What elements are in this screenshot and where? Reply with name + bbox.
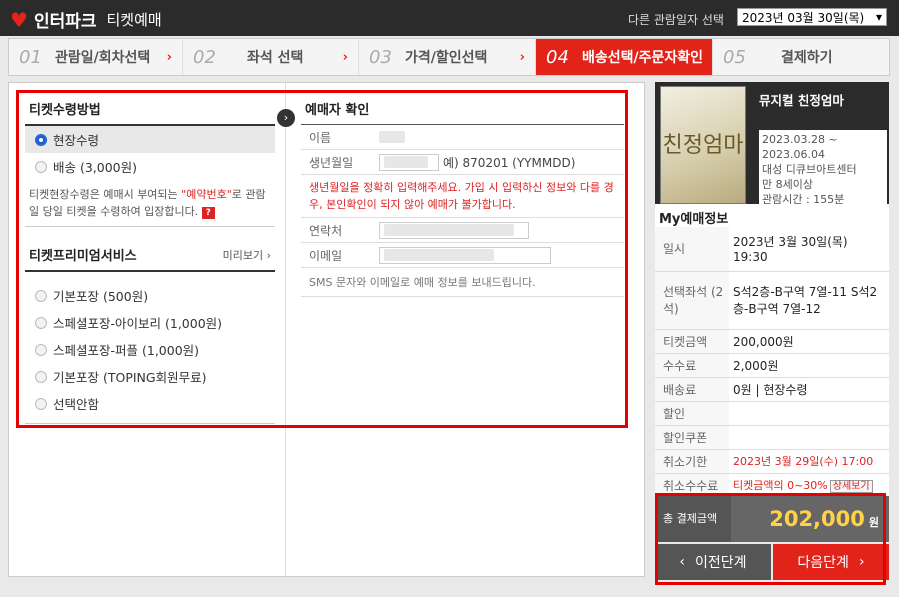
- show-venue: 대성 디큐브아트센터: [762, 163, 857, 176]
- row-value: S석2층-B구역 7열-11 S석2층-B구역 7열-12: [729, 271, 889, 330]
- chevron-right-icon: ›: [342, 49, 348, 65]
- brand-name: 인터파크: [33, 12, 97, 32]
- chevron-right-icon: ›: [519, 49, 525, 65]
- step-3[interactable]: 03 가격/할인선택 ›: [359, 39, 536, 75]
- step-number: 05: [723, 46, 746, 68]
- step-label: 결제하기: [781, 50, 833, 66]
- row-value: 0원 | 현장수령: [729, 377, 889, 402]
- cancel-fee: 티켓금액의 0~30%: [733, 479, 828, 492]
- table-row: 취소기한 2023년 3월 29일(수) 17:00: [655, 449, 889, 474]
- table-row: 할인: [655, 401, 889, 426]
- show-title: 뮤지컬 친정엄마: [759, 93, 844, 108]
- show-info-box: 친정엄마 뮤지컬 친정엄마 2023.03.28 ~ 2023.06.04 대성…: [655, 82, 889, 209]
- date-select[interactable]: 2023년 03월 30일(목) ▾: [737, 8, 887, 26]
- date-select-label: 다른 관람일자 선택: [628, 13, 724, 27]
- step-nav: 01 관람일/회차선택 › 02 좌석 선택 › 03 가격/할인선택 › 04…: [8, 38, 890, 76]
- chevron-down-icon: ▾: [875, 10, 882, 24]
- top-bar: ♥ 인터파크 티켓예매 다른 관람일자 선택 2023년 03월 30일(목) …: [0, 0, 899, 36]
- row-label: 할인: [655, 401, 729, 426]
- row-value: [729, 401, 889, 426]
- step-4-active[interactable]: 04 배송선택/주문자확인: [536, 39, 713, 75]
- step-5[interactable]: 05 결제하기: [713, 39, 889, 75]
- row-value: [729, 425, 889, 450]
- row-label: 취소기한: [655, 449, 729, 474]
- row-label: 배송료: [655, 377, 729, 402]
- step-1[interactable]: 01 관람일/회차선택 ›: [9, 39, 183, 75]
- show-period: 2023.03.28 ~ 2023.06.04: [762, 133, 838, 161]
- chevron-right-icon: ›: [166, 49, 172, 65]
- row-label: 일시: [655, 227, 729, 272]
- table-row: 티켓금액 200,000원: [655, 329, 889, 354]
- step-number: 03: [369, 46, 392, 68]
- date-select-value: 2023년 03월 30일(목): [742, 10, 865, 25]
- step-label: 관람일/회차선택: [55, 50, 151, 66]
- show-age: 만 8세이상: [762, 178, 813, 191]
- row-label: 할인쿠폰: [655, 425, 729, 450]
- row-label: 선택좌석 (2석): [655, 271, 729, 330]
- table-row: 할인쿠폰: [655, 425, 889, 450]
- row-value: 2,000원: [729, 353, 889, 378]
- table-row: 선택좌석 (2석) S석2층-B구역 7열-11 S석2층-B구역 7열-12: [655, 271, 889, 330]
- step-number: 04: [546, 46, 569, 68]
- step-label: 좌석 선택: [247, 50, 304, 66]
- show-details: 2023.03.28 ~ 2023.06.04 대성 디큐브아트센터 만 8세이…: [759, 130, 887, 209]
- row-label: 티켓금액: [655, 329, 729, 354]
- logo[interactable]: ♥ 인터파크 티켓예매: [10, 7, 162, 33]
- row-value: 2023년 3월 30일(목) 19:30: [729, 227, 889, 272]
- highlight-box-main: [16, 90, 628, 428]
- detail-button[interactable]: 상세보기: [829, 480, 873, 493]
- table-row: 일시 2023년 3월 30일(목) 19:30: [655, 227, 889, 272]
- heart-icon: ♥: [10, 7, 28, 32]
- highlight-box-payment: [655, 493, 886, 585]
- step-number: 02: [193, 46, 216, 68]
- step-2[interactable]: 02 좌석 선택 ›: [183, 39, 359, 75]
- step-number: 01: [19, 46, 42, 68]
- row-value: 200,000원: [729, 329, 889, 354]
- step-label: 배송선택/주문자확인: [582, 50, 704, 66]
- row-label: 수수료: [655, 353, 729, 378]
- table-row: 배송료 0원 | 현장수령: [655, 377, 889, 402]
- step-label: 가격/할인선택: [405, 50, 488, 66]
- cancel-deadline: 2023년 3월 29일(수) 17:00: [729, 449, 889, 474]
- myinfo-table: 일시 2023년 3월 30일(목) 19:30 선택좌석 (2석) S석2층-B구…: [655, 227, 889, 498]
- brand-subtitle: 티켓예매: [106, 11, 162, 29]
- show-poster: 친정엄마: [660, 86, 746, 204]
- table-row: 수수료 2,000원: [655, 353, 889, 378]
